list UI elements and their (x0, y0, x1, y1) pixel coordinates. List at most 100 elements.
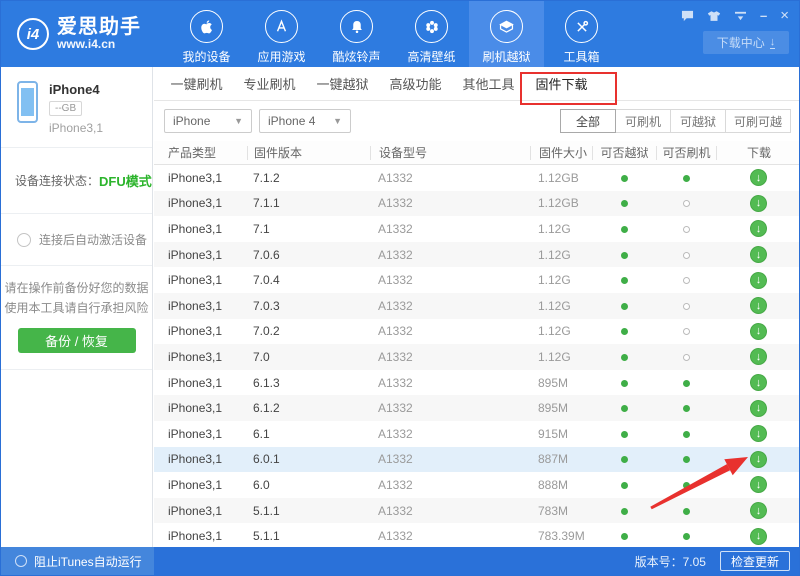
tab-pro-flash[interactable]: 专业刷机 (233, 74, 306, 93)
tab-other-tools[interactable]: 其他工具 (452, 74, 525, 93)
cell-device-model: A1332 (370, 273, 530, 287)
cell-jailbreakable (592, 452, 656, 466)
tab-firmware-download[interactable]: 固件下载 (525, 74, 598, 93)
jailbreak-status-dot (621, 533, 628, 540)
download-button[interactable]: ↓ (750, 502, 767, 519)
cell-product-type: iPhone3,1 (154, 222, 247, 236)
download-button[interactable]: ↓ (750, 169, 767, 186)
close-icon[interactable]: × (780, 8, 789, 23)
cell-device-model: A1332 (370, 350, 530, 364)
cell-firmware-size: 887M (530, 452, 592, 466)
download-button[interactable]: ↓ (750, 220, 767, 237)
device-type-select[interactable]: iPhone ▼ (164, 109, 252, 133)
cell-jailbreakable (592, 401, 656, 415)
cell-flashable (656, 350, 716, 364)
nav-label: 刷机越狱 (482, 48, 530, 65)
nav-item-wallpapers[interactable]: 高清壁纸 (394, 1, 469, 67)
apple-icon (190, 10, 223, 43)
cell-jailbreakable (592, 299, 656, 313)
cell-product-type: iPhone3,1 (154, 529, 247, 543)
table-row[interactable]: iPhone3,16.0.1A1332887M↓ (154, 447, 800, 473)
tab-one-key-flash[interactable]: 一键刷机 (160, 74, 233, 93)
download-button[interactable]: ↓ (750, 297, 767, 314)
flash-status-dot (683, 431, 690, 438)
cell-device-model: A1332 (370, 504, 530, 518)
flash-status-dot (683, 405, 690, 412)
cell-flashable (656, 504, 716, 518)
cell-flashable (656, 171, 716, 185)
auto-activate-option[interactable]: 连接后自动激活设备 (1, 214, 152, 266)
feedback-icon[interactable] (681, 10, 694, 22)
table-row[interactable]: iPhone3,16.0A1332888M↓ (154, 472, 800, 498)
tab-advanced[interactable]: 高级功能 (379, 74, 452, 93)
flash-status-dot (683, 482, 690, 489)
table-row[interactable]: iPhone3,16.1.2A1332895M↓ (154, 395, 800, 421)
nav-label: 酷炫铃声 (332, 48, 380, 65)
jailbreak-status-dot (621, 508, 628, 515)
table-row[interactable]: iPhone3,16.1.3A1332895M↓ (154, 370, 800, 396)
table-row[interactable]: iPhone3,17.1.1A13321.12GB↓ (154, 191, 800, 217)
cell-firmware-size: 888M (530, 478, 592, 492)
cell-jailbreakable (592, 529, 656, 543)
nav-item-ringtones[interactable]: 酷炫铃声 (319, 1, 394, 67)
column-header-flashable: 可否刷机 (656, 146, 716, 160)
table-row[interactable]: iPhone3,15.1.1A1332783.39M↓ (154, 523, 800, 549)
check-update-button[interactable]: 检查更新 (720, 551, 790, 571)
download-center-button[interactable]: 下载中心 ↓ (703, 31, 789, 54)
table-row[interactable]: iPhone3,17.0.4A13321.12G↓ (154, 267, 800, 293)
filter-all-button[interactable]: 全部 (560, 109, 616, 133)
nav-item-flash-jailbreak[interactable]: 刷机越狱 (469, 1, 544, 67)
table-row[interactable]: iPhone3,17.1A13321.12G↓ (154, 216, 800, 242)
device-model-value: iPhone 4 (268, 114, 315, 128)
flash-status-dot (683, 456, 690, 463)
skin-icon[interactable] (707, 10, 721, 22)
download-button[interactable]: ↓ (750, 476, 767, 493)
download-button[interactable]: ↓ (750, 374, 767, 391)
cell-firmware-version: 6.1.3 (247, 376, 370, 390)
table-row[interactable]: iPhone3,17.0.2A13321.12G↓ (154, 319, 800, 345)
cell-device-model: A1332 (370, 299, 530, 313)
download-button[interactable]: ↓ (750, 348, 767, 365)
filter-jailbreakable-button[interactable]: 可越狱 (670, 109, 726, 133)
cell-product-type: iPhone3,1 (154, 478, 247, 492)
cell-device-model: A1332 (370, 427, 530, 441)
device-model-select[interactable]: iPhone 4 ▼ (259, 109, 351, 133)
nav-item-my-devices[interactable]: 我的设备 (169, 1, 244, 67)
minimize-icon[interactable]: – (760, 9, 767, 22)
table-row[interactable]: iPhone3,15.1.1A1332783M↓ (154, 498, 800, 524)
table-row[interactable]: iPhone3,17.0.3A13321.12G↓ (154, 293, 800, 319)
download-button[interactable]: ↓ (750, 425, 767, 442)
tools-icon (565, 10, 598, 43)
bell-icon (340, 10, 373, 43)
tab-one-key-jailbreak[interactable]: 一键越狱 (306, 74, 379, 93)
cell-flashable (656, 478, 716, 492)
main-content: 一键刷机 专业刷机 一键越狱 高级功能 其他工具 固件下载 iPhone ▼ i… (154, 67, 800, 549)
download-button[interactable]: ↓ (750, 451, 767, 468)
version-label: 版本号：7.05 (635, 553, 706, 570)
filter-flashable-button[interactable]: 可刷机 (615, 109, 671, 133)
download-button[interactable]: ↓ (750, 195, 767, 212)
block-itunes-toggle[interactable]: 阻止iTunes自动运行 (1, 547, 154, 575)
cell-firmware-version: 7.0.6 (247, 248, 370, 262)
table-row[interactable]: iPhone3,16.1A1332915M↓ (154, 421, 800, 447)
cell-firmware-version: 5.1.1 (247, 529, 370, 543)
menu-icon[interactable] (734, 10, 747, 21)
backup-restore-button[interactable]: 备份 / 恢复 (18, 328, 136, 353)
cell-product-type: iPhone3,1 (154, 427, 247, 441)
cell-firmware-version: 7.1.1 (247, 196, 370, 210)
table-row[interactable]: iPhone3,17.1.2A13321.12GB↓ (154, 165, 800, 191)
jailbreak-status-dot (621, 277, 628, 284)
download-button[interactable]: ↓ (750, 528, 767, 545)
nav-item-apps-games[interactable]: 应用游戏 (244, 1, 319, 67)
download-button[interactable]: ↓ (750, 323, 767, 340)
filter-flash-and-jailbreak-button[interactable]: 可刷可越 (725, 109, 791, 133)
nav-item-toolbox[interactable]: 工具箱 (544, 1, 619, 67)
download-button[interactable]: ↓ (750, 246, 767, 263)
device-model: iPhone3,1 (49, 121, 103, 135)
flash-status-dot (683, 328, 690, 335)
table-row[interactable]: iPhone3,17.0.6A13321.12G↓ (154, 242, 800, 268)
download-button[interactable]: ↓ (750, 400, 767, 417)
table-row[interactable]: iPhone3,17.0A13321.12G↓ (154, 344, 800, 370)
download-button[interactable]: ↓ (750, 272, 767, 289)
cell-firmware-size: 1.12G (530, 299, 592, 313)
